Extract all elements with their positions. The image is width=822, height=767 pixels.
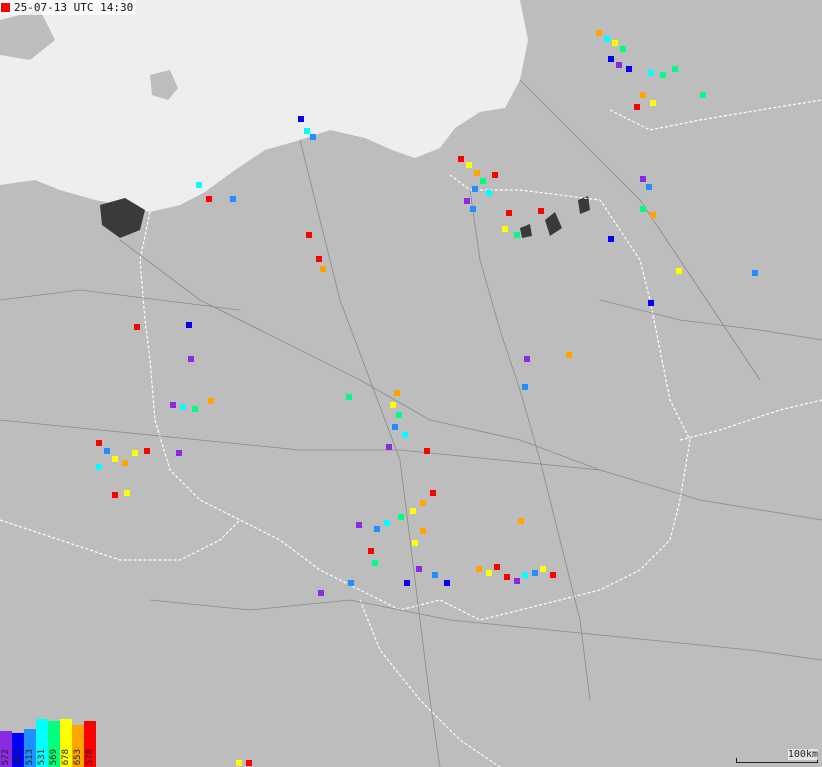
legend-swatch: 531 xyxy=(36,719,48,767)
timestamp-banner: 25-07-13 UTC 14:30 xyxy=(0,0,137,15)
legend-swatch: 513 xyxy=(24,729,36,767)
legend-swatch: 572 xyxy=(0,731,12,767)
legend-label: 572 xyxy=(1,748,11,765)
legend-label: 531 xyxy=(37,748,47,765)
legend-label: 653 xyxy=(73,748,83,765)
legend-swatch: 578 xyxy=(84,721,96,767)
legend-swatch: 678 xyxy=(60,719,72,767)
legend-label: 461 xyxy=(13,748,23,765)
legend-swatch: 653 xyxy=(72,725,84,767)
basemap xyxy=(0,0,822,767)
legend-label: 578 xyxy=(85,748,95,765)
timestamp-text: 25-07-13 UTC 14:30 xyxy=(14,1,134,14)
legend-swatch: 461 xyxy=(12,733,24,767)
scale-bar: 100km xyxy=(736,749,818,763)
legend-swatch: 569 xyxy=(48,721,60,767)
legend-label: 678 xyxy=(61,748,71,765)
legend-label: 569 xyxy=(49,748,59,765)
color-legend: 572 461 513 531 569 678 653 578 xyxy=(0,719,96,767)
live-indicator-icon xyxy=(1,3,10,12)
scale-label: 100km xyxy=(787,749,818,760)
lightning-map: 25-07-13 UTC 14:30 572 461 513 531 569 678 653… xyxy=(0,0,822,767)
legend-label: 513 xyxy=(25,748,35,765)
